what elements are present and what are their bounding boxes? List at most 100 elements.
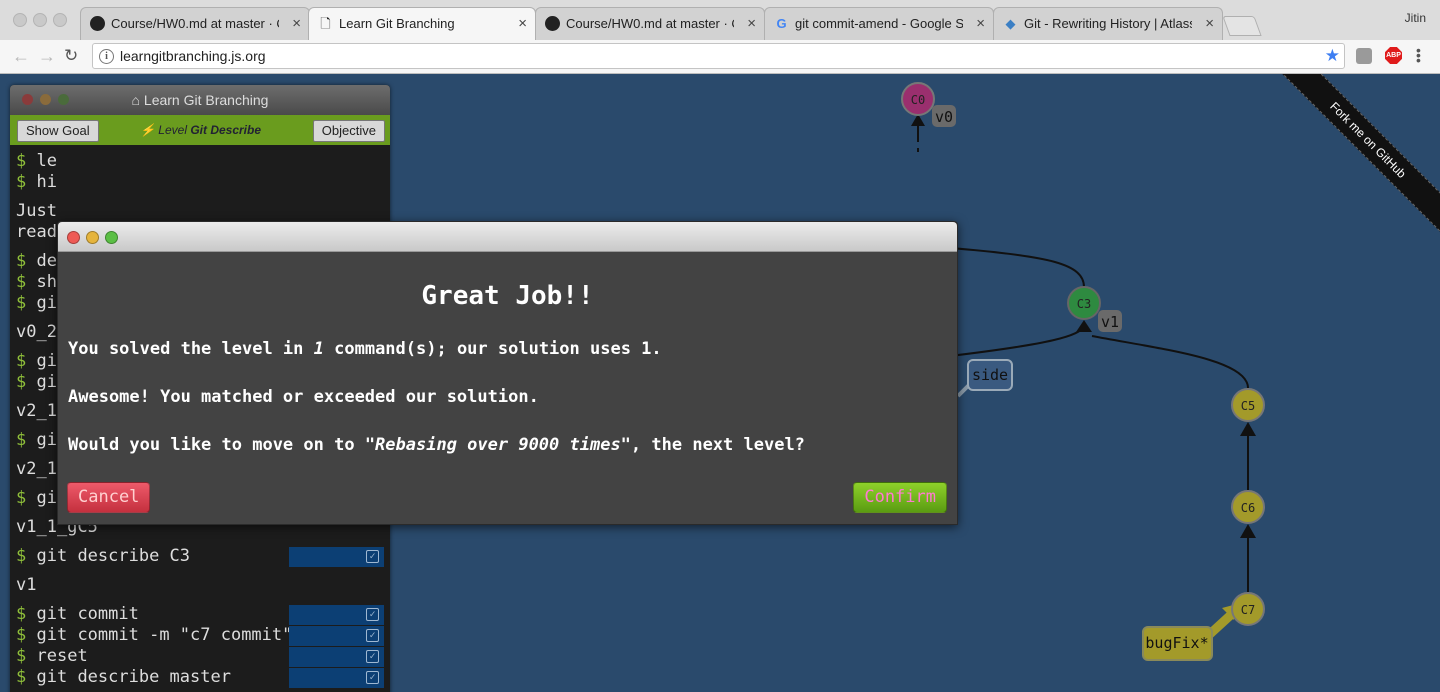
- terminal-output-line: v0_2: [16, 322, 57, 342]
- command-text: git describe master: [36, 667, 231, 687]
- close-icon[interactable]: ×: [747, 8, 756, 39]
- terminal-command: $ sh: [16, 272, 57, 292]
- terminal-command: $ le: [16, 151, 57, 171]
- github-icon: [545, 16, 560, 31]
- tab-title: Course/HW0.md at master · C: [111, 16, 279, 31]
- commit-c7-label: C7: [1241, 603, 1255, 617]
- show-goal-button[interactable]: Show Goal: [17, 120, 99, 142]
- profile-name[interactable]: Jitin: [1405, 11, 1426, 25]
- extension-icon[interactable]: [1356, 48, 1372, 64]
- close-icon[interactable]: ×: [518, 8, 527, 39]
- command-text: gi: [36, 372, 57, 392]
- checkbox-icon: ✓: [366, 671, 379, 684]
- dialog-title-bar: [58, 222, 957, 252]
- terminal-close-button[interactable]: [22, 94, 33, 105]
- tab-title: Learn Git Branching: [339, 16, 455, 31]
- browser-tab-2[interactable]: 🗋 Learn Git Branching ×: [308, 7, 536, 40]
- tag-v0-label: v0: [935, 108, 953, 126]
- command-text: hi: [36, 172, 57, 192]
- command-count: 1: [313, 339, 324, 359]
- new-tab-button[interactable]: [1222, 16, 1262, 36]
- dialog-line-solved: You solved the level in 1 command(s); ou…: [68, 339, 662, 359]
- prompt-symbol: $: [16, 646, 27, 666]
- level-name: Git Describe: [190, 123, 262, 137]
- dialog-close-button[interactable]: [67, 231, 80, 244]
- window-zoom-button[interactable]: [53, 13, 67, 27]
- level-complete-dialog: Great Job!! You solved the level in 1 co…: [57, 221, 958, 525]
- window-close-button[interactable]: [13, 13, 27, 27]
- command-status: ✓: [289, 626, 384, 646]
- command-text: git commit: [36, 604, 139, 624]
- prompt-symbol: $: [16, 667, 27, 687]
- command-text: reset: [36, 646, 88, 666]
- command-status: ✓: [289, 605, 384, 625]
- lightning-icon: ⚡: [140, 123, 155, 137]
- tab-title: git commit-amend - Google Se: [795, 16, 963, 31]
- terminal-command: $ git describe master: [16, 667, 231, 687]
- cancel-button[interactable]: Cancel: [67, 482, 151, 513]
- arrow-head: [1240, 524, 1256, 538]
- commit-c3-label: C3: [1077, 297, 1091, 311]
- terminal-command: $ gi: [16, 372, 57, 392]
- adblock-icon[interactable]: ABP: [1385, 47, 1402, 64]
- window-minimize-button[interactable]: [33, 13, 47, 27]
- command-text: sh: [36, 272, 57, 292]
- edge: [949, 247, 1085, 288]
- address-bar[interactable]: i learngitbranching.js.org ★: [92, 43, 1345, 69]
- browser-tab-5[interactable]: ◆ Git - Rewriting History | Atlass ×: [993, 7, 1223, 40]
- prompt-symbol: $: [16, 251, 27, 271]
- browser-tab-3[interactable]: Course/HW0.md at master · C ×: [535, 7, 765, 40]
- prompt-symbol: $: [16, 351, 27, 371]
- terminal-output-line: read: [16, 222, 57, 242]
- page-icon: 🗋: [320, 16, 331, 31]
- commit-c5-label: C5: [1241, 399, 1255, 413]
- page-viewport: side bugFix* C0 v0 C3 v1 C5 C6 C7 Fork m…: [0, 74, 1440, 692]
- level-toolbar: Show Goal ⚡ Level Git Describe Objective: [10, 115, 390, 145]
- next-level-name: "Rebasing over 9000 times": [364, 435, 631, 455]
- dialog-minimize-button[interactable]: [86, 231, 99, 244]
- command-text: de: [36, 251, 57, 271]
- close-icon[interactable]: ×: [292, 8, 301, 39]
- url-text[interactable]: learngitbranching.js.org: [120, 48, 266, 64]
- tab-title: Course/HW0.md at master · C: [566, 16, 734, 31]
- close-icon[interactable]: ×: [1205, 8, 1214, 39]
- command-text: le: [36, 151, 57, 171]
- dialog-zoom-button[interactable]: [105, 231, 118, 244]
- dialog-line-awesome: Awesome! You matched or exceeded our sol…: [68, 387, 539, 407]
- confirm-button[interactable]: Confirm: [853, 482, 947, 513]
- terminal-zoom-button[interactable]: [58, 94, 69, 105]
- reload-icon[interactable]: ↻: [64, 46, 78, 66]
- menu-icon[interactable]: • • •: [1416, 43, 1421, 67]
- terminal-command: $ de: [16, 251, 57, 271]
- google-icon: G: [776, 16, 787, 31]
- dialog-heading: Great Job!!: [421, 281, 594, 311]
- terminal-output-line: Just: [16, 201, 57, 221]
- text: , the next level?: [630, 435, 805, 455]
- terminal-command: $ hi: [16, 172, 57, 192]
- text: You solved the level in: [68, 339, 314, 359]
- command-status: ✓: [289, 547, 384, 567]
- dialog-line-next: Would you like to move on to "Rebasing o…: [68, 435, 805, 455]
- browser-tab-1[interactable]: Course/HW0.md at master · C ×: [80, 7, 310, 40]
- arrow-head: [1076, 320, 1092, 332]
- bookmark-star-icon[interactable]: ★: [1325, 46, 1340, 66]
- tag-v1-label: v1: [1101, 313, 1119, 331]
- commit-c0-label: C0: [911, 93, 925, 107]
- browser-toolbar: ← → ↻ i learngitbranching.js.org ★ ABP •…: [0, 40, 1440, 74]
- terminal-minimize-button[interactable]: [40, 94, 51, 105]
- back-arrow-icon[interactable]: ←: [12, 46, 30, 66]
- info-icon[interactable]: i: [99, 49, 114, 64]
- terminal-command: $ gi: [16, 351, 57, 371]
- close-icon[interactable]: ×: [976, 8, 985, 39]
- terminal-title-bar: ⌂ Learn Git Branching: [10, 85, 390, 115]
- arrow-head: [1240, 422, 1256, 436]
- terminal-command: $ reset: [16, 646, 88, 666]
- terminal-command: $ gi: [16, 293, 57, 313]
- level-label: ⚡ Level Git Describe: [140, 123, 261, 137]
- browser-tab-4[interactable]: G git commit-amend - Google Se ×: [764, 7, 994, 40]
- forward-arrow-icon[interactable]: →: [38, 46, 56, 66]
- objective-button[interactable]: Objective: [312, 120, 385, 142]
- terminal-title: Learn Git Branching: [143, 92, 269, 108]
- commit-c6-label: C6: [1241, 501, 1255, 515]
- command-text: git commit -m "c7 commit": [36, 625, 293, 645]
